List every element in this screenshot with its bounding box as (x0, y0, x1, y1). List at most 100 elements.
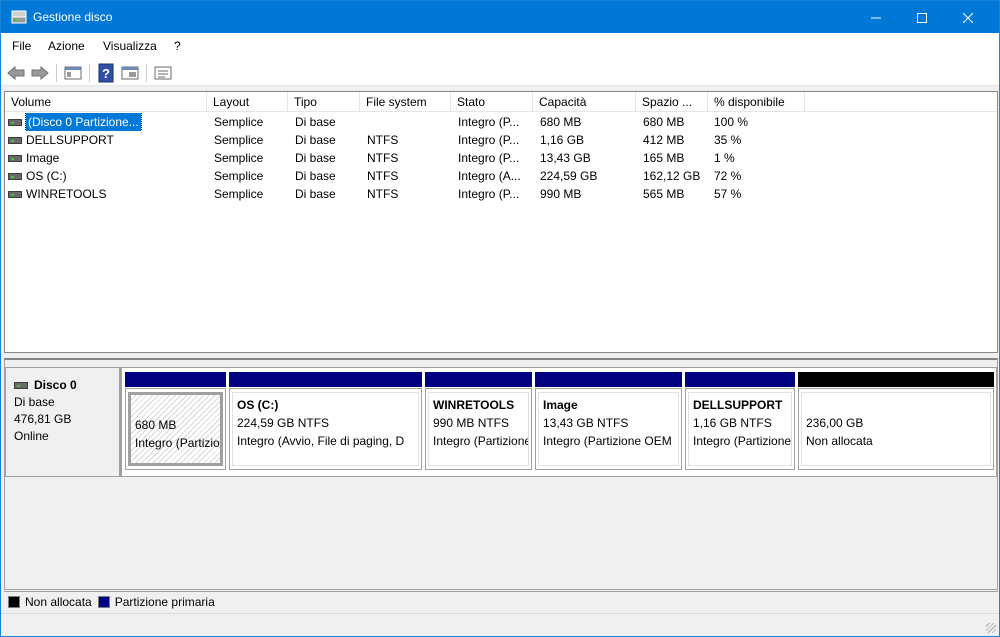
console-button[interactable] (120, 63, 140, 83)
table-row[interactable]: (Disco 0 Partizione... Semplice Di base … (5, 113, 997, 131)
tipo-cell: Di base (295, 115, 336, 129)
partition-bar (798, 372, 994, 387)
partition-bar (535, 372, 682, 387)
toolbar: ? (1, 60, 999, 86)
resize-grip[interactable] (986, 623, 996, 633)
partition-size: 680 MB (135, 418, 177, 432)
perc-cell: 57 % (714, 187, 742, 201)
drive-icon (8, 190, 22, 198)
disk-icon (14, 382, 28, 389)
forward-arrow-icon (31, 65, 49, 81)
partition-unallocated[interactable]: 236,00 GB Non allocata (798, 372, 994, 474)
column-header-file-system[interactable]: File system (360, 92, 451, 112)
perc-cell: 100 % (714, 115, 749, 129)
layout-cell: Semplice (214, 187, 264, 201)
maximize-button[interactable] (899, 1, 945, 33)
partition-os-c[interactable]: OS (C:) 224,59 GB NTFS Integro (Avvio, F… (229, 372, 422, 474)
partition-body: WINRETOOLS 990 MB NTFS Integro (Partizio… (425, 388, 532, 470)
help-button[interactable]: ? (96, 63, 116, 83)
column-header-volume[interactable]: Volume (5, 92, 207, 112)
column-header-capacita[interactable]: Capacità (533, 92, 636, 112)
stato-cell: Integro (P... (458, 133, 520, 147)
capacita-cell: 680 MB (540, 115, 582, 129)
partition-recovery[interactable]: 680 MB Integro (Partizione (125, 372, 226, 474)
close-icon (962, 12, 974, 24)
column-header-stato[interactable]: Stato (451, 92, 533, 112)
menu-help[interactable]: ? (174, 39, 181, 53)
perc-cell: 1 % (714, 151, 735, 165)
partition-status: Integro (Partizione (693, 434, 792, 448)
partition-map: 680 MB Integro (Partizione OS (C:) 224,5… (121, 367, 997, 477)
column-header-layout[interactable]: Layout (207, 92, 288, 112)
svg-text:?: ? (102, 66, 110, 81)
partition-title: OS (C:) (237, 398, 279, 412)
back-button[interactable] (6, 63, 26, 83)
table-row[interactable]: DELLSUPPORT Semplice Di base NTFS Integr… (5, 131, 997, 149)
forward-button[interactable] (30, 63, 50, 83)
partition-status: Non allocata (806, 434, 873, 448)
legend-swatch (97, 595, 110, 608)
tipo-cell: Di base (295, 151, 336, 165)
back-arrow-icon (7, 65, 25, 81)
drive-icon (8, 136, 22, 144)
volume-cell: (Disco 0 Partizione... (5, 113, 207, 131)
partition-status: Integro (Avvio, File di paging, D (237, 434, 405, 448)
partition-bar (229, 372, 422, 387)
column-header-perc-disponibile[interactable]: % disponibile (708, 92, 805, 112)
table-row[interactable]: Image Semplice Di base NTFS Integro (P..… (5, 149, 997, 167)
table-row[interactable]: WINRETOOLS Semplice Di base NTFS Integro… (5, 185, 997, 203)
toolbar-separator (146, 64, 147, 82)
column-header-spazio[interactable]: Spazio ... (636, 92, 708, 112)
partition-body: 680 MB Integro (Partizione (125, 388, 226, 470)
menu-bar: File Azione Visualizza ? (1, 33, 999, 60)
menu-visualizza[interactable]: Visualizza (103, 39, 157, 53)
disk-name: Disco 0 (34, 378, 77, 392)
partition-title: WINRETOOLS (433, 398, 515, 412)
close-button[interactable] (945, 1, 991, 33)
spazio-cell: 565 MB (643, 187, 685, 201)
spazio-cell: 412 MB (643, 133, 685, 147)
tipo-cell: Di base (295, 133, 336, 147)
perc-cell: 72 % (714, 169, 742, 183)
menu-file[interactable]: File (12, 39, 31, 53)
legend-item-unallocated: Non allocata (8, 595, 92, 609)
partition-body: DELLSUPPORT 1,16 GB NTFS Integro (Partiz… (685, 388, 795, 470)
fs-cell: NTFS (367, 133, 399, 147)
volume-name: Image (26, 151, 60, 165)
disk-status: Online (14, 429, 49, 443)
menu-azione[interactable]: Azione (48, 39, 85, 53)
legend-label: Partizione primaria (114, 594, 215, 609)
properties-button[interactable] (63, 63, 83, 83)
layout-cell: Semplice (214, 115, 264, 129)
drive-icon (8, 118, 22, 126)
partition-body: Image 13,43 GB NTFS Integro (Partizione … (535, 388, 682, 470)
layout-cell: Semplice (214, 133, 264, 147)
volume-name: WINRETOOLS (26, 187, 107, 201)
volume-list[interactable]: Volume Layout Tipo File system Stato Cap… (4, 91, 998, 353)
table-row[interactable]: OS (C:) Semplice Di base NTFS Integro (A… (5, 167, 997, 185)
partition-bar (425, 372, 532, 387)
fs-cell: NTFS (367, 151, 399, 165)
minimize-button[interactable] (853, 1, 899, 33)
partition-image[interactable]: Image 13,43 GB NTFS Integro (Partizione … (535, 372, 682, 474)
partition-bar (685, 372, 795, 387)
title-bar: Gestione disco (1, 1, 999, 33)
column-header-tipo[interactable]: Tipo (288, 92, 360, 112)
fs-cell: NTFS (367, 187, 399, 201)
fs-cell (367, 113, 451, 131)
volume-cell: Image (5, 149, 207, 167)
capacita-cell: 1,16 GB (540, 133, 585, 147)
settings-button[interactable] (153, 63, 173, 83)
partition-winretools[interactable]: WINRETOOLS 990 MB NTFS Integro (Partizio… (425, 372, 532, 474)
partition-dellsupport[interactable]: DELLSUPPORT 1,16 GB NTFS Integro (Partiz… (685, 372, 795, 474)
disk-0-label[interactable]: Disco 0 Di base 476,81 GB Online (5, 367, 121, 477)
status-bar (1, 613, 999, 636)
partition-status: Integro (Partizione OEM (543, 434, 672, 448)
volume-cell: WINRETOOLS (5, 185, 207, 203)
console-icon (121, 66, 139, 80)
partition-size: 990 MB NTFS (433, 416, 510, 430)
disk-graphical-pane: Disco 0 Di base 476,81 GB Online 680 MB … (4, 358, 998, 590)
stato-cell: Integro (A... (458, 169, 521, 183)
disk-management-app-icon (11, 10, 27, 24)
tipo-cell: Di base (295, 187, 336, 201)
